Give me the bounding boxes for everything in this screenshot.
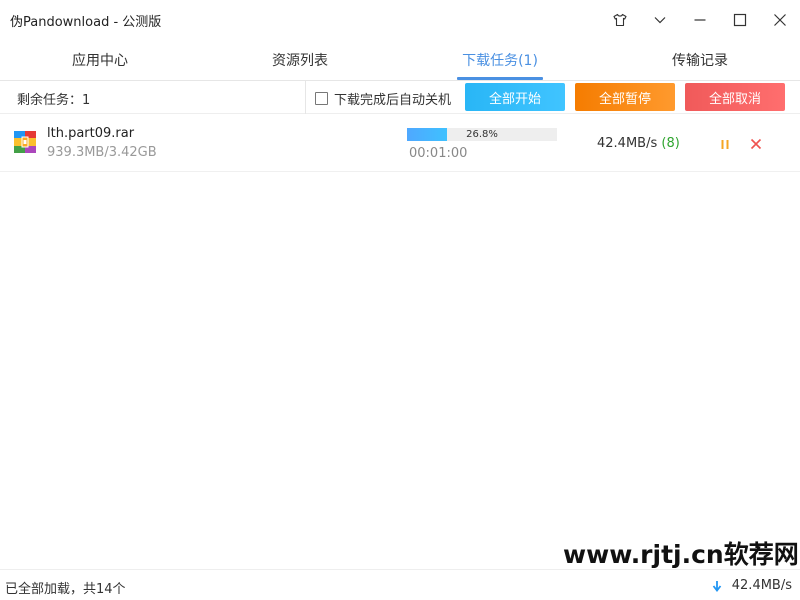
file-name: lth.part09.rar	[47, 126, 135, 141]
remaining-tasks: 剩余任务：1	[17, 93, 91, 108]
progress-bar: 26.8%	[407, 128, 557, 141]
total-speed-value: 42.4MB/s	[731, 578, 792, 593]
auto-shutdown-checkbox[interactable]	[315, 92, 328, 105]
tab-download-tasks[interactable]: 下载任务(1)	[400, 40, 600, 80]
pause-task-button[interactable]	[716, 135, 734, 153]
progress-percent: 26.8%	[466, 129, 498, 140]
speed-value: 42.4MB/s	[597, 136, 658, 151]
load-status: 已全部加载，共14个	[5, 582, 126, 597]
title-bar: 伪Pandownload - 公测版	[0, 0, 800, 40]
download-row: lth.part09.rar 939.3MB/3.42GB 26.8% 00:0…	[0, 114, 800, 172]
close-icon	[774, 14, 786, 26]
download-toolbar: 剩余任务：1 下载完成后自动关机 全部开始 全部暂停 全部取消	[0, 81, 800, 114]
main-tabs: 应用中心 资源列表 下载任务(1) 传输记录	[0, 40, 800, 81]
cancel-task-button[interactable]	[747, 135, 765, 153]
tab-transfer-history[interactable]: 传输记录	[600, 40, 800, 80]
minimize-button[interactable]	[680, 0, 720, 40]
chevron-down-icon	[654, 17, 666, 24]
auto-shutdown-option[interactable]: 下载完成后自动关机	[315, 89, 451, 108]
tab-resource-list[interactable]: 资源列表	[200, 40, 400, 80]
tab-app-center[interactable]: 应用中心	[0, 40, 200, 80]
site-watermark: www.rjtj.cn软荐网	[563, 540, 799, 569]
download-speed: 42.4MB/s (8)	[597, 136, 680, 151]
toolbar-divider	[305, 81, 306, 114]
close-icon	[750, 138, 762, 150]
status-bar: 已全部加载，共14个 42.4MB/s	[0, 569, 800, 600]
elapsed-time: 00:01:00	[409, 146, 468, 161]
window-controls	[600, 0, 800, 40]
download-arrow-icon	[712, 580, 722, 592]
skin-button[interactable]	[600, 0, 640, 40]
pause-icon	[721, 139, 729, 149]
total-speed: 42.4MB/s	[712, 578, 792, 593]
start-all-button[interactable]: 全部开始	[465, 83, 565, 111]
cancel-all-button[interactable]: 全部取消	[685, 83, 785, 111]
rar-archive-icon	[14, 131, 36, 153]
maximize-icon	[733, 13, 747, 27]
file-size: 939.3MB/3.42GB	[47, 145, 157, 160]
pause-all-button[interactable]: 全部暂停	[575, 83, 675, 111]
thread-count: (8)	[661, 136, 680, 151]
app-title: 伪Pandownload - 公测版	[10, 15, 162, 30]
tshirt-icon	[613, 13, 627, 27]
close-button[interactable]	[760, 0, 800, 40]
menu-button[interactable]	[640, 0, 680, 40]
minimize-icon	[694, 19, 706, 21]
maximize-button[interactable]	[720, 0, 760, 40]
auto-shutdown-label: 下载完成后自动关机	[334, 93, 452, 108]
